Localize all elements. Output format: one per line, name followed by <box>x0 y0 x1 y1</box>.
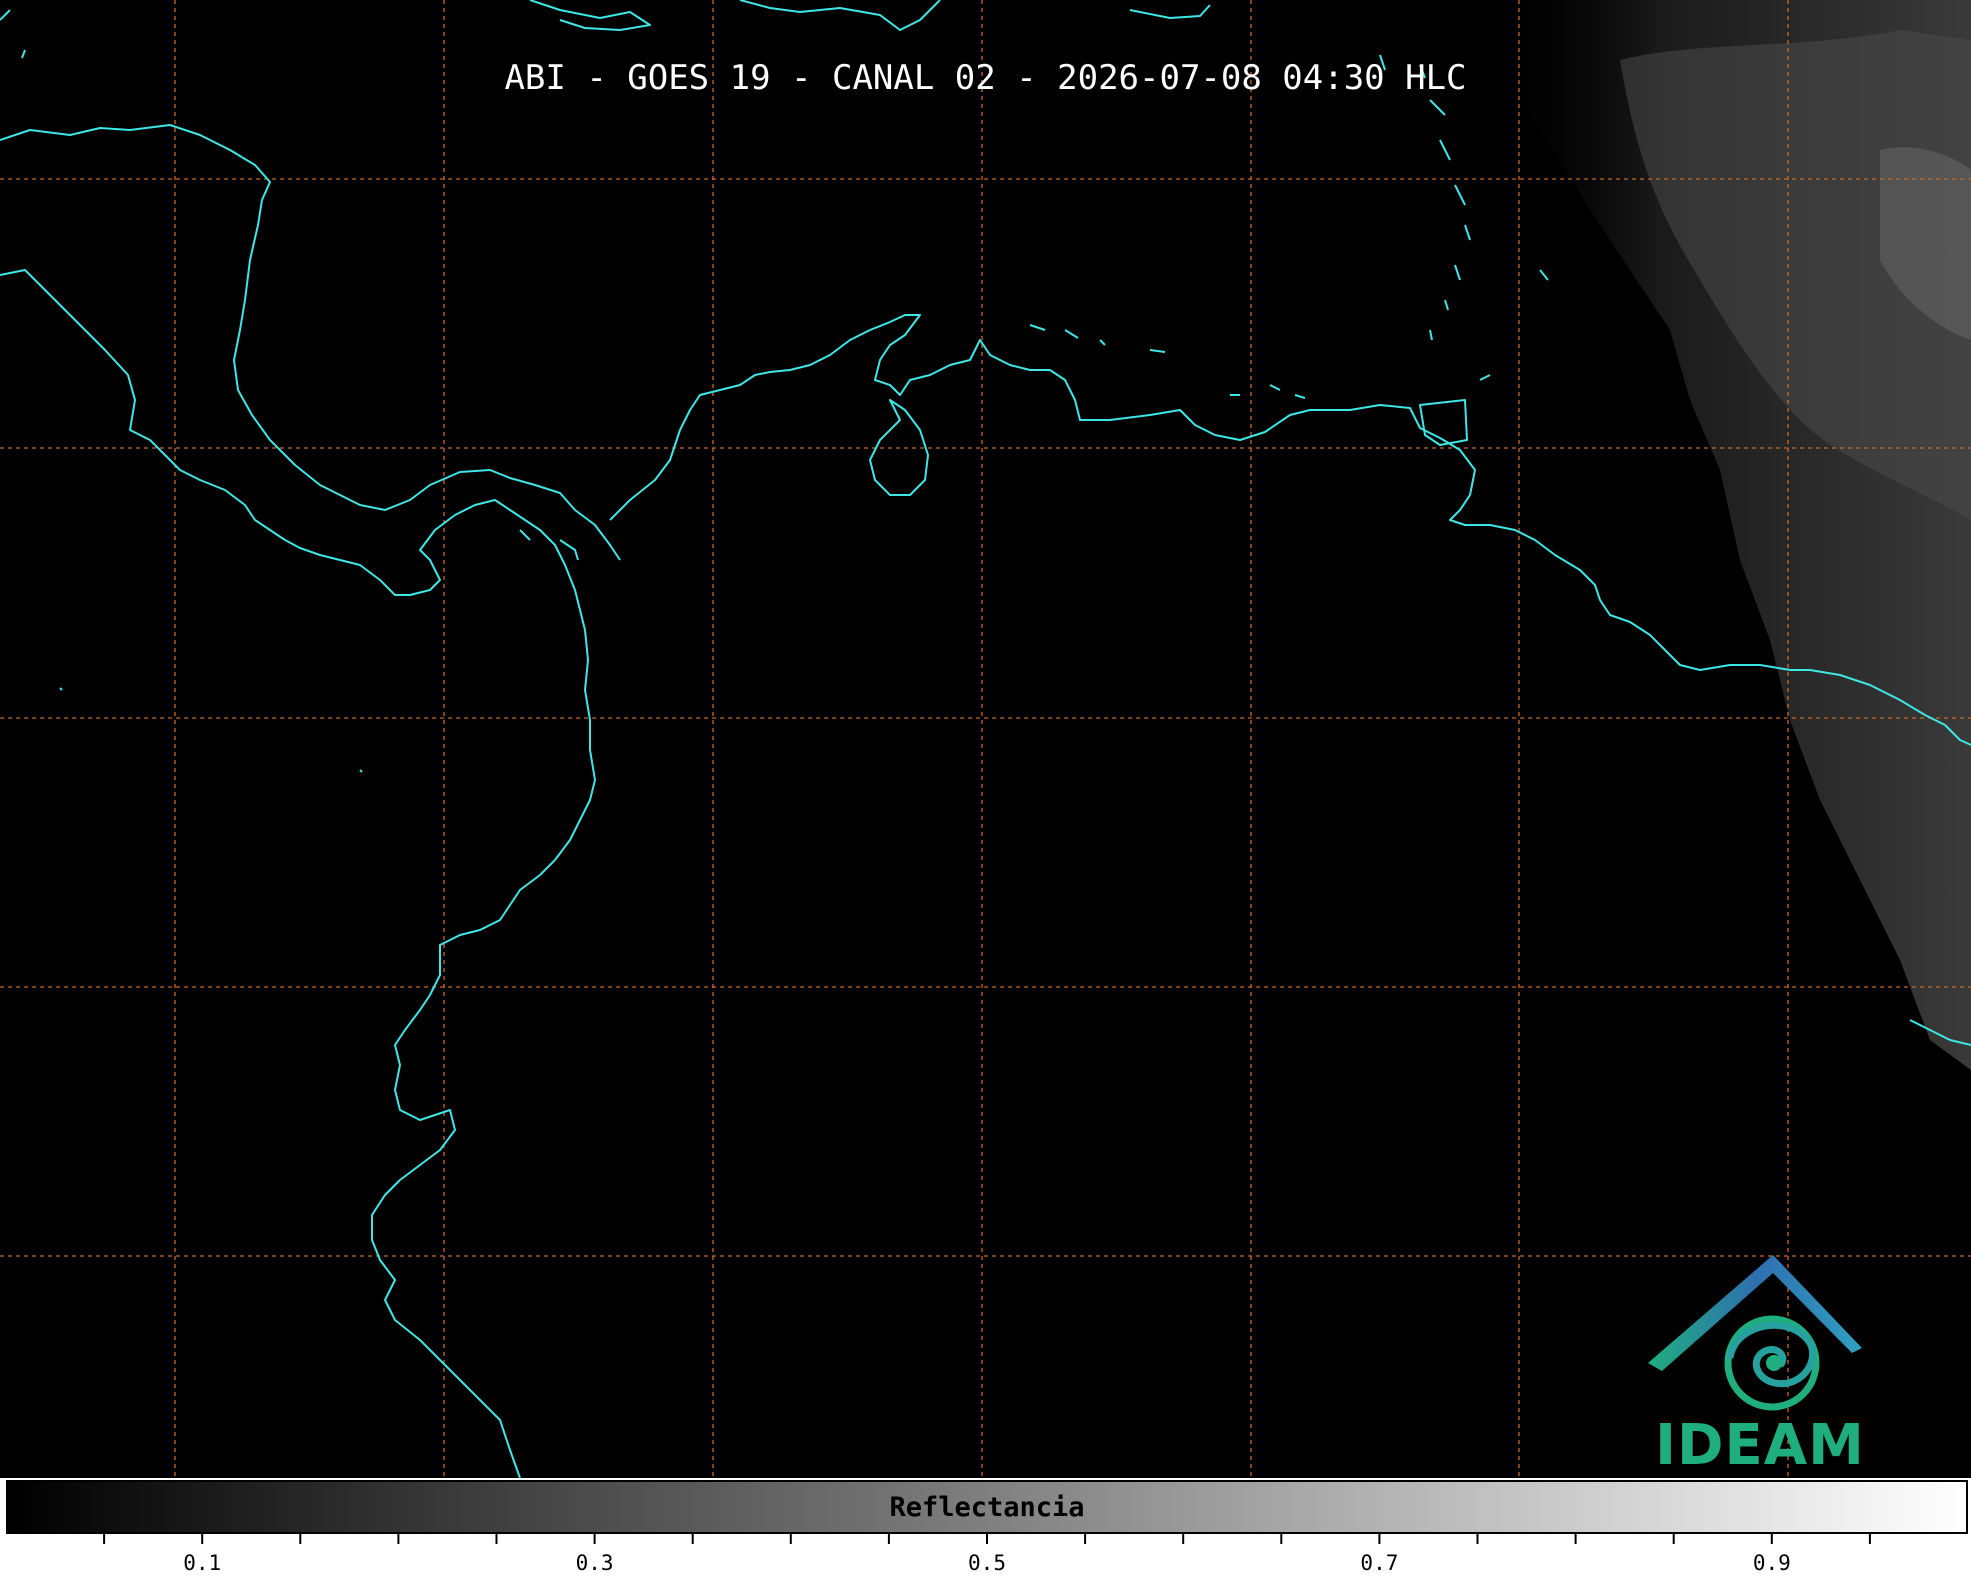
coastline-small-islands <box>0 9 1306 773</box>
ideam-logo-text: IDEAM <box>1655 1413 1865 1478</box>
coastline-abc-islands <box>1029 324 1166 353</box>
coastline-pacific-central-america <box>0 269 596 1478</box>
map-title: ABI - GOES 19 - CANAL 02 - 2026-07-08 04… <box>504 58 1467 98</box>
coastline-hispaniola <box>739 0 941 31</box>
reflectance-colorbar: Reflectancia <box>6 1480 1968 1534</box>
colorbar-ticks <box>103 1534 1871 1544</box>
coastline-puerto-rico <box>1129 4 1211 19</box>
colorbar-tick-label: 0.3 <box>575 1551 614 1575</box>
colorbar-tick-label: 0.9 <box>1752 1551 1791 1575</box>
colorbar-label: Reflectancia <box>889 1492 1085 1523</box>
colorbar-tick-label: 0.1 <box>183 1551 222 1575</box>
coastline-gulf-detail <box>519 529 579 561</box>
ideam-logo: IDEAM <box>1640 1253 1880 1478</box>
colorbar-tick-label: 0.7 <box>1360 1551 1399 1575</box>
colorbar-tick-label: 0.5 <box>968 1551 1006 1575</box>
coastline-trinidad <box>1419 399 1468 446</box>
coastline-cuba <box>529 0 651 31</box>
satellite-map: ABI - GOES 19 - CANAL 02 - 2026-07-08 04… <box>0 0 1971 1478</box>
coastline-yucatan <box>0 124 621 561</box>
ideam-eye-house-logo-icon <box>1648 1255 1862 1411</box>
